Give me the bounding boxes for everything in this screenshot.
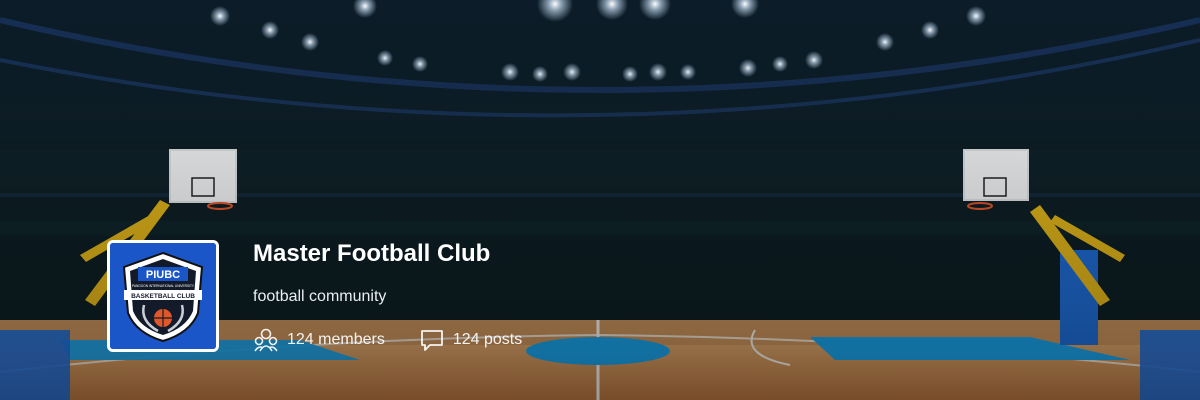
members-stat[interactable]: 124 members [253, 327, 385, 353]
club-crest-logo: PIUBC PANGOON INTERNATIONAL UNIVERSITY B… [110, 243, 216, 349]
community-banner: PIUBC PANGOON INTERNATIONAL UNIVERSITY B… [0, 0, 1200, 400]
members-count: 124 members [287, 331, 385, 348]
crest-small-text: PANGOON INTERNATIONAL UNIVERSITY [132, 284, 195, 288]
community-logo: PIUBC PANGOON INTERNATIONAL UNIVERSITY B… [107, 240, 219, 352]
community-title: Master Football Club [253, 240, 491, 267]
crest-banner-text: BASKETBALL CLUB [131, 293, 195, 300]
crest-top-text: PIUBC [146, 269, 180, 281]
community-description: football community [253, 288, 387, 305]
members-icon [254, 328, 278, 352]
community-stats: 124 members 124 posts [253, 326, 556, 354]
posts-count: 124 posts [452, 331, 523, 348]
posts-stat[interactable]: 124 posts [419, 327, 522, 353]
chat-bubble-icon [420, 330, 443, 351]
